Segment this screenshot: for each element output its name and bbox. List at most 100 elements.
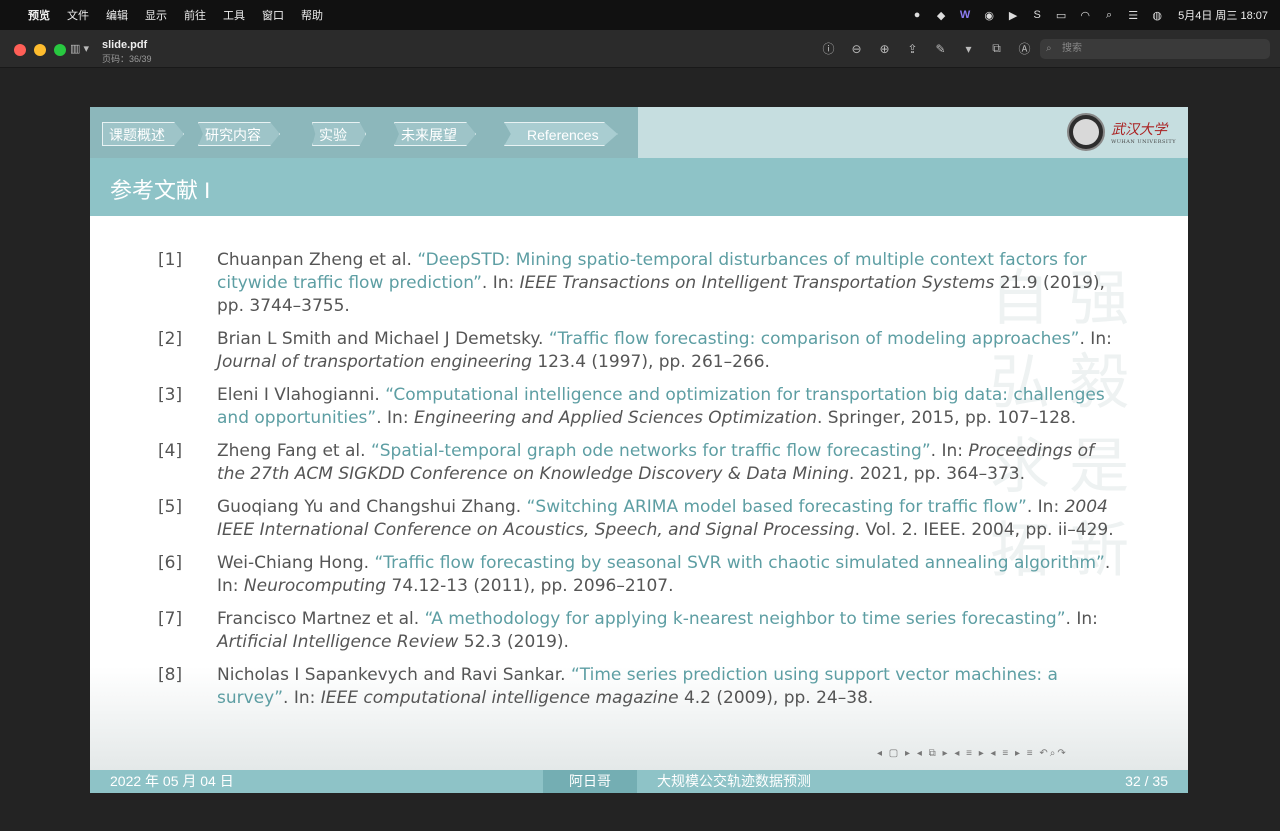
siri-icon[interactable]: ◍ xyxy=(1150,8,1164,22)
logo-subtext: WUHAN UNIVERSITY xyxy=(1111,139,1176,145)
nav-section-research[interactable]: 研究内容 xyxy=(198,122,280,146)
wechat-icon[interactable]: ◉ xyxy=(982,8,996,22)
reference-body: Wei-Chiang Hong. “Traffic flow forecasti… xyxy=(217,552,1118,598)
search-placeholder: 搜索 xyxy=(1062,43,1082,54)
share-icon[interactable]: ⇪ xyxy=(904,40,921,57)
play-icon[interactable]: ▶ xyxy=(1006,8,1020,22)
menu-help[interactable]: 帮助 xyxy=(301,7,323,23)
reference-details: 74.12-13 (2011), pp. 2096–2107. xyxy=(386,576,674,596)
window-toolbar: ▥ ▾ slide.pdf 页码：36/39 ⓘ ⊖ ⊕ ⇪ ✎ ▾ ⧉ Ⓐ ⌕… xyxy=(0,30,1280,68)
reference-details: 52.3 (2019). xyxy=(458,632,569,652)
search-icon: ⌕ xyxy=(1046,43,1052,54)
info-icon[interactable]: ⓘ xyxy=(820,40,837,57)
menu-clock[interactable]: 5月4日 周三 18:07 xyxy=(1178,7,1268,23)
zoom-window-button[interactable] xyxy=(54,44,66,56)
reference-venue: Artificial Intelligence Review xyxy=(217,632,459,652)
search-input[interactable]: ⌕ 搜索 xyxy=(1040,39,1270,59)
reference-body: Zheng Fang et al. “Spatial-temporal grap… xyxy=(217,440,1118,486)
reference-item: [8] Nicholas I Sapankevych and Ravi Sanka… xyxy=(158,664,1118,710)
reference-in-label: . In: xyxy=(283,688,321,708)
reference-details: . Vol. 2. IEEE. 2004, pp. ii–429. xyxy=(854,520,1114,540)
document-title: slide.pdf xyxy=(102,39,148,51)
markup-dropdown-icon[interactable]: ▾ xyxy=(960,40,977,57)
reference-details: 4.2 (2009), pp. 24–38. xyxy=(678,688,874,708)
university-seal-icon xyxy=(1067,113,1106,151)
reference-body: Francisco Martnez et al. “A methodology … xyxy=(217,608,1118,654)
reference-title-link[interactable]: “Traffic flow forecasting: comparison of… xyxy=(549,329,1080,349)
reference-item: [4] Zheng Fang et al. “Spatial-temporal g… xyxy=(158,440,1118,486)
reference-number: [5] xyxy=(158,497,183,517)
menu-go[interactable]: 前往 xyxy=(184,7,206,23)
sidebar-toggle-icon[interactable]: ▥ ▾ xyxy=(70,42,94,56)
menu-file[interactable]: 文件 xyxy=(67,7,89,23)
nav-section-overview[interactable]: 课题概述 xyxy=(102,122,184,146)
reference-authors: Brian L Smith and Michael J Demetsky. xyxy=(217,329,549,349)
slide-title: 参考文献 I xyxy=(110,178,211,203)
reference-number: [6] xyxy=(158,553,183,573)
qq-icon[interactable]: ● xyxy=(910,8,924,22)
markup-pen-icon[interactable]: ✎ xyxy=(932,40,949,57)
menu-bar: 预览 文件 编辑 显示 前往 工具 窗口 帮助 ● ◆ W ◉ ▶ S ▭ ◠ … xyxy=(0,0,1280,30)
reference-authors: Francisco Martnez et al. xyxy=(217,609,425,629)
footer-subject: 大规模公交轨迹数据预测 xyxy=(657,773,811,789)
reference-in-label: . In: xyxy=(1065,609,1098,629)
menu-app-preview[interactable]: 预览 xyxy=(28,7,50,23)
menu-tools[interactable]: 工具 xyxy=(223,7,245,23)
zoom-in-icon[interactable]: ⊕ xyxy=(876,40,893,57)
slide-nav-bar: 课题概述 研究内容 实验 未来展望 References 武汉大学 WUHAN … xyxy=(90,107,1188,158)
nav-section-future[interactable]: 未来展望 xyxy=(394,122,476,146)
reference-in-label: . In: xyxy=(1026,497,1065,517)
reference-list: [1] Chuanpan Zheng et al. “DeepSTD: Minin… xyxy=(158,249,1118,720)
reference-authors: Chuanpan Zheng et al. xyxy=(217,250,418,270)
reference-title-link[interactable]: “Traffic flow forecasting by seasonal SV… xyxy=(374,553,1104,573)
nav-section-experiment[interactable]: 实验 xyxy=(312,122,366,146)
reference-in-label: . In: xyxy=(1079,329,1112,349)
reference-details: . Springer, 2015, pp. 107–128. xyxy=(816,408,1077,428)
reference-item: [7] Francisco Martnez et al. “A methodolo… xyxy=(158,608,1118,654)
reference-body: Chuanpan Zheng et al. “DeepSTD: Mining s… xyxy=(217,249,1118,318)
reference-body: Guoqiang Yu and Changshui Zhang. “Switch… xyxy=(217,496,1118,542)
reference-item: [1] Chuanpan Zheng et al. “DeepSTD: Minin… xyxy=(158,249,1118,318)
reference-in-label: . In: xyxy=(930,441,969,461)
reference-title-link[interactable]: “Switching ARIMA model based forecasting… xyxy=(527,497,1027,517)
spotlight-search-icon[interactable]: ⌕ xyxy=(1102,8,1116,22)
app-s-icon[interactable]: S xyxy=(1030,8,1044,22)
reference-venue: IEEE Transactions on Intelligent Transpo… xyxy=(519,273,995,293)
rotate-icon[interactable]: ⧉ xyxy=(988,40,1005,57)
reference-venue: Journal of transportation engineering xyxy=(217,352,532,372)
menu-edit[interactable]: 编辑 xyxy=(106,7,128,23)
reference-item: [6] Wei-Chiang Hong. “Traffic flow foreca… xyxy=(158,552,1118,598)
menu-window[interactable]: 窗口 xyxy=(262,7,284,23)
footer-date: 2022 年 05 月 04 日 xyxy=(110,773,234,789)
reference-body: Brian L Smith and Michael J Demetsky. “T… xyxy=(217,328,1118,374)
reference-title-link[interactable]: “Spatial-temporal graph ode networks for… xyxy=(371,441,931,461)
reference-in-label: . In: xyxy=(481,273,520,293)
annotate-icon[interactable]: Ⓐ xyxy=(1016,40,1033,57)
university-logo: 武汉大学 WUHAN UNIVERSITY xyxy=(1067,113,1176,151)
close-window-button[interactable] xyxy=(14,44,26,56)
reference-venue: IEEE computational intelligence magazine xyxy=(320,688,679,708)
toolbar-actions: ⓘ ⊖ ⊕ ⇪ ✎ ▾ ⧉ Ⓐ xyxy=(820,40,1033,57)
reference-number: [7] xyxy=(158,609,183,629)
minimize-window-button[interactable] xyxy=(34,44,46,56)
control-center-icon[interactable]: ☰ xyxy=(1126,8,1140,22)
app-status-icon[interactable]: ◆ xyxy=(934,8,948,22)
reference-number: [1] xyxy=(158,250,183,270)
nav-section-references[interactable]: References xyxy=(504,122,618,146)
slide-title-bar: 参考文献 I xyxy=(90,158,1188,216)
reference-venue: Neurocomputing xyxy=(243,576,387,596)
battery-icon[interactable]: ▭ xyxy=(1054,8,1068,22)
logo-text: 武汉大学 xyxy=(1111,122,1168,138)
wps-icon[interactable]: W xyxy=(958,8,972,22)
reference-number: [8] xyxy=(158,665,183,685)
reference-number: [3] xyxy=(158,385,183,405)
reference-title-link[interactable]: “A methodology for applying k-nearest ne… xyxy=(425,609,1066,629)
footer-author: 阿日哥 xyxy=(543,770,637,793)
reference-in-label: . In: xyxy=(376,408,414,428)
menu-view[interactable]: 显示 xyxy=(145,7,167,23)
beamer-navigation-controls[interactable]: ◂ ▢ ▸ ◂ ⧉ ▸ ◂ ≡ ▸ ◂ ≡ ▸ ≡ ↶⌕↷ xyxy=(877,748,1068,759)
wifi-icon[interactable]: ◠ xyxy=(1078,8,1092,22)
reference-authors: Guoqiang Yu and Changshui Zhang. xyxy=(217,497,527,517)
zoom-out-icon[interactable]: ⊖ xyxy=(848,40,865,57)
reference-details: 123.4 (1997), pp. 261–266. xyxy=(531,352,770,372)
